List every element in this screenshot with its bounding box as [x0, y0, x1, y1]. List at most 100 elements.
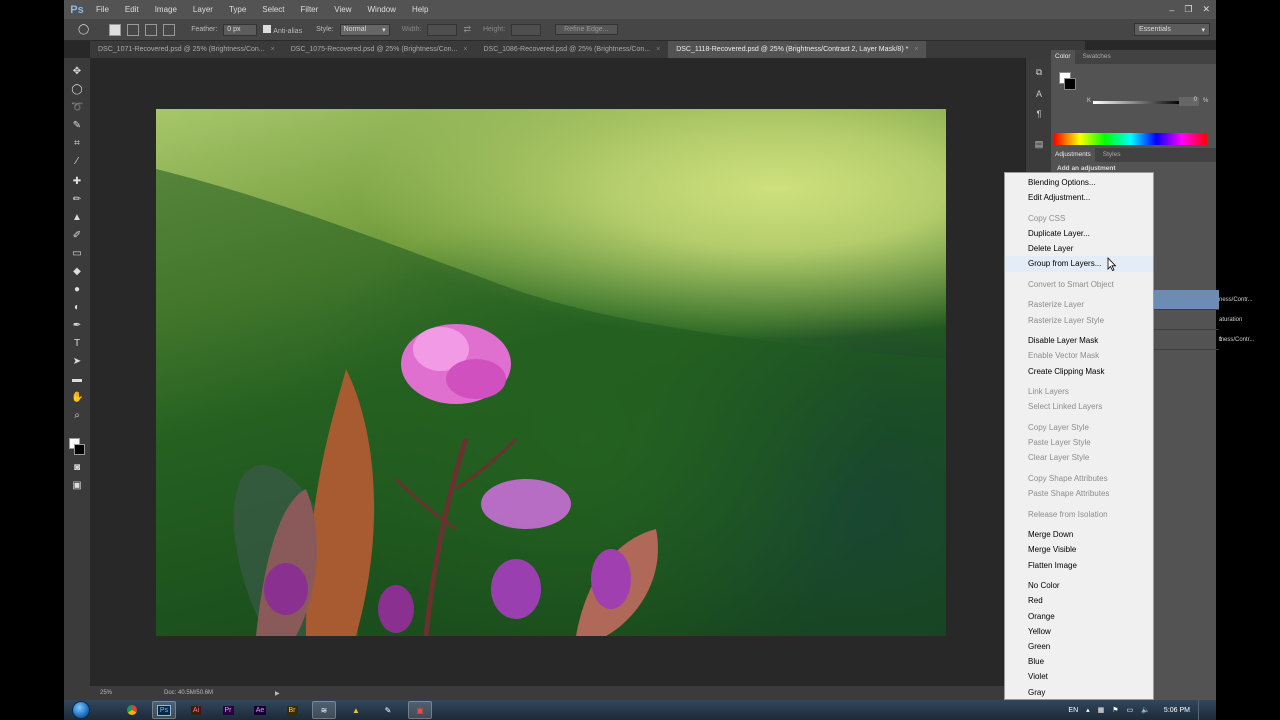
- tray-arrow-icon[interactable]: ▴: [1086, 706, 1090, 714]
- swap-dimensions-icon[interactable]: ⇄: [463, 24, 471, 35]
- blur-icon[interactable]: ●: [71, 284, 83, 296]
- menu-item-orange[interactable]: Orange: [1005, 609, 1153, 624]
- subtract-selection-icon[interactable]: [145, 23, 158, 36]
- menu-item-create-clipping-mask[interactable]: Create Clipping Mask: [1005, 364, 1153, 379]
- tab-swatches[interactable]: Swatches: [1079, 50, 1115, 64]
- taskbar-bridge-icon[interactable]: Br: [280, 701, 304, 719]
- type-tool-icon[interactable]: T: [71, 338, 83, 350]
- elliptical-marquee-icon[interactable]: ◯: [71, 84, 83, 96]
- clone-stamp-icon[interactable]: ▲: [71, 212, 83, 224]
- menu-item-disable-layer-mask[interactable]: Disable Layer Mask: [1005, 333, 1153, 348]
- history-panel-icon[interactable]: ⧉: [1033, 66, 1045, 78]
- mini-bridge-icon[interactable]: ▤: [1033, 138, 1045, 150]
- menu-item-yellow[interactable]: Yellow: [1005, 624, 1153, 639]
- menu-view[interactable]: View: [326, 0, 359, 19]
- menu-help[interactable]: Help: [404, 0, 436, 19]
- k-value-input[interactable]: 0: [1179, 97, 1199, 106]
- style-select[interactable]: Normal ▾: [339, 23, 390, 36]
- close-button[interactable]: ✕: [1202, 4, 1210, 15]
- intersect-selection-icon[interactable]: [163, 23, 176, 36]
- menu-image[interactable]: Image: [147, 0, 185, 19]
- menu-select[interactable]: Select: [254, 0, 292, 19]
- zoom-level[interactable]: 25%: [100, 690, 112, 696]
- eraser-icon[interactable]: ▭: [71, 248, 83, 260]
- hand-icon[interactable]: ✋: [71, 392, 83, 404]
- character-panel-icon[interactable]: A: [1033, 88, 1045, 100]
- menu-item-edit-adjustment[interactable]: Edit Adjustment...: [1005, 190, 1153, 205]
- volume-icon[interactable]: 🔈: [1141, 706, 1150, 714]
- taskbar-premiere-icon[interactable]: Pr: [216, 701, 240, 719]
- taskbar-tool-icon[interactable]: ✎: [376, 701, 400, 719]
- menu-item-merge-down[interactable]: Merge Down: [1005, 527, 1153, 542]
- refine-edge-button[interactable]: Refine Edge...: [555, 24, 618, 35]
- flag-icon[interactable]: ⚑: [1112, 706, 1118, 714]
- rectangle-icon[interactable]: ▬: [71, 374, 83, 386]
- taskbar-photoshop-icon[interactable]: Ps: [152, 701, 176, 719]
- pen-icon[interactable]: ✒: [71, 320, 83, 332]
- feather-input[interactable]: 0 px: [223, 23, 258, 36]
- new-selection-icon[interactable]: [109, 23, 122, 36]
- close-icon[interactable]: ×: [463, 46, 467, 53]
- document-photo[interactable]: [156, 109, 946, 636]
- status-menu-arrow-icon[interactable]: ▶: [275, 690, 280, 697]
- menu-item-merge-visible[interactable]: Merge Visible: [1005, 542, 1153, 557]
- eyedropper-icon[interactable]: ⁄: [71, 156, 83, 168]
- path-select-icon[interactable]: ➤: [71, 356, 83, 368]
- quick-mask-icon[interactable]: ◙: [71, 462, 83, 474]
- minimize-button[interactable]: –: [1169, 5, 1174, 15]
- menu-window[interactable]: Window: [360, 0, 404, 19]
- zoom-icon[interactable]: ⌕: [71, 410, 83, 422]
- move-tool-icon[interactable]: ✥: [71, 66, 83, 78]
- taskbar-chrome-icon[interactable]: [120, 701, 144, 719]
- paint-bucket-icon[interactable]: ◆: [71, 266, 83, 278]
- height-input[interactable]: [511, 23, 542, 36]
- background-color-swatch[interactable]: [74, 444, 85, 455]
- taskbar-illustrator-icon[interactable]: Ai: [184, 701, 208, 719]
- menu-edit[interactable]: Edit: [117, 0, 147, 19]
- restore-button[interactable]: ❐: [1184, 4, 1192, 15]
- tab-color[interactable]: Color: [1051, 50, 1075, 64]
- marquee-tool-preset-icon[interactable]: ◯: [78, 24, 89, 35]
- doc-tab-1086[interactable]: DSC_1086-Recovered.psd @ 25% (Brightness…: [475, 41, 669, 58]
- menu-item-group-from-layers[interactable]: Group from Layers...: [1005, 256, 1153, 272]
- doc-tab-1071[interactable]: DSC_1071-Recovered.psd @ 25% (Brightness…: [90, 41, 283, 58]
- add-selection-icon[interactable]: [127, 23, 140, 36]
- menu-item-blue[interactable]: Blue: [1005, 654, 1153, 669]
- menu-file[interactable]: File: [88, 0, 117, 19]
- menu-item-flatten-image[interactable]: Flatten Image: [1005, 558, 1153, 573]
- paragraph-panel-icon[interactable]: ¶: [1033, 108, 1045, 120]
- taskbar-after-effects-icon[interactable]: Ae: [248, 701, 272, 719]
- menu-filter[interactable]: Filter: [293, 0, 327, 19]
- display-icon[interactable]: ▭: [1127, 706, 1134, 714]
- menu-layer[interactable]: Layer: [185, 0, 221, 19]
- language-indicator[interactable]: EN: [1068, 707, 1078, 714]
- quick-select-icon[interactable]: ✎: [71, 120, 83, 132]
- lasso-icon[interactable]: ➰: [71, 102, 83, 114]
- taskbar-media-icon[interactable]: ≋: [312, 701, 336, 719]
- workspace-switcher[interactable]: Essentials ▾: [1134, 23, 1210, 36]
- close-icon[interactable]: ×: [656, 46, 660, 53]
- menu-item-blending-options[interactable]: Blending Options...: [1005, 175, 1153, 190]
- tab-adjustments[interactable]: Adjustments: [1051, 148, 1095, 162]
- background-swatch[interactable]: [1064, 78, 1076, 90]
- clock[interactable]: 5:06 PM: [1164, 707, 1190, 714]
- brush-icon[interactable]: ✏: [71, 194, 83, 206]
- doc-tab-1118[interactable]: DSC_1118-Recovered.psd @ 25% (Brightness…: [668, 41, 927, 58]
- start-button[interactable]: [72, 701, 90, 719]
- show-desktop-button[interactable]: [1198, 700, 1206, 720]
- menu-type[interactable]: Type: [221, 0, 254, 19]
- screen-mode-icon[interactable]: ▣: [71, 480, 83, 492]
- doc-tab-1075[interactable]: DSC_1075-Recovered.psd @ 25% (Brightness…: [282, 41, 476, 58]
- canvas-area[interactable]: [90, 58, 1025, 686]
- menu-item-delete-layer[interactable]: Delete Layer: [1005, 241, 1153, 256]
- history-brush-icon[interactable]: ✐: [71, 230, 83, 242]
- close-icon[interactable]: ×: [914, 46, 918, 53]
- healing-brush-icon[interactable]: ✚: [71, 176, 83, 188]
- menu-item-gray[interactable]: Gray: [1005, 685, 1153, 700]
- taskbar-recorder-icon[interactable]: ▣: [408, 701, 432, 719]
- close-icon[interactable]: ×: [271, 46, 275, 53]
- tab-styles[interactable]: Styles: [1099, 148, 1125, 162]
- menu-item-duplicate-layer[interactable]: Duplicate Layer...: [1005, 226, 1153, 241]
- k-slider[interactable]: [1093, 101, 1181, 104]
- network-icon[interactable]: ▦: [1098, 706, 1105, 714]
